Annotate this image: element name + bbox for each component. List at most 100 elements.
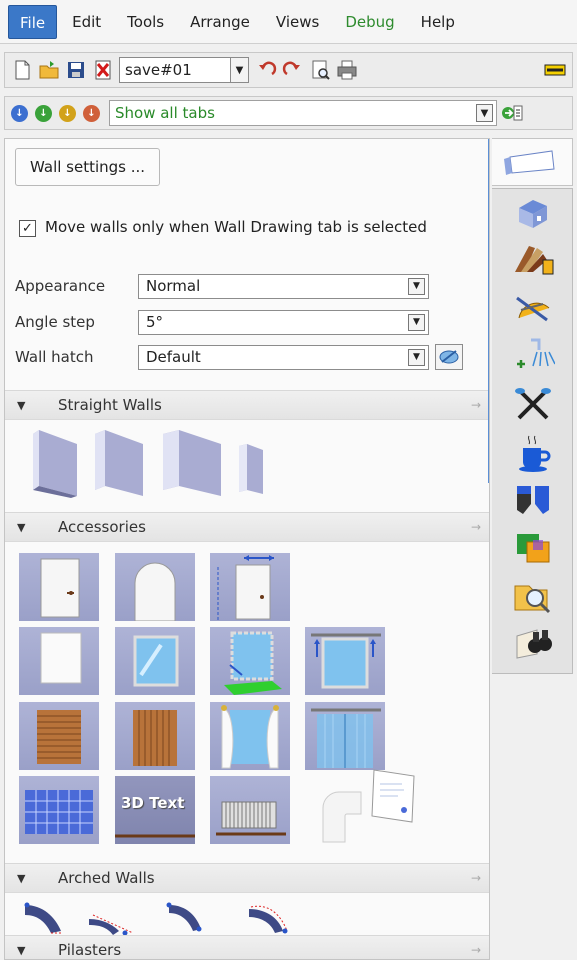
window-glass-item[interactable] [115, 627, 195, 695]
new-document-icon[interactable] [11, 59, 33, 81]
section-title: Arched Walls [58, 869, 155, 887]
appearance-label: Appearance [15, 277, 106, 295]
wall-medium-item[interactable] [95, 430, 143, 496]
coffee-cup-icon[interactable] [492, 428, 573, 476]
chevron-down-icon[interactable]: ▼ [230, 58, 248, 82]
tab-filter-value: Show all tabs [115, 104, 215, 122]
window-sill-item[interactable] [210, 627, 290, 695]
scrollbar-thumb[interactable] [488, 139, 489, 483]
menu-edit[interactable]: Edit [61, 5, 112, 39]
expand-orange-icon[interactable]: ↓ [83, 104, 100, 122]
wall-hatch-row: Wall hatch Default ▼ [15, 344, 463, 370]
print-preview-icon[interactable] [309, 59, 331, 81]
drape-curtain-item[interactable] [210, 702, 290, 770]
wall-hatch-select[interactable]: Default ▼ [138, 344, 429, 370]
wall-drawing-panel: Wall settings ... ✓ Move walls only when… [4, 138, 490, 960]
expand-green-icon[interactable]: ↓ [35, 104, 52, 122]
folder-search-icon[interactable] [492, 572, 573, 620]
door-item[interactable] [19, 553, 99, 621]
angle-step-select[interactable]: 5° ▼ [138, 309, 429, 335]
section-accessories[interactable]: ▼ Accessories → [5, 512, 489, 542]
wall-thick-item[interactable] [163, 430, 221, 496]
chevron-down-icon[interactable]: ▼ [408, 277, 425, 295]
menu-tools[interactable]: Tools [116, 5, 175, 39]
print-icon[interactable] [336, 59, 358, 81]
move-walls-label: Move walls only when Wall Drawing tab is… [45, 218, 427, 236]
tile-grid-item[interactable] [19, 776, 99, 844]
sheer-curtain-item[interactable] [305, 702, 385, 770]
caret-down-icon: ▼ [17, 871, 26, 885]
undo-icon[interactable] [255, 59, 277, 81]
section-title: Straight Walls [58, 396, 162, 414]
house-3d-icon[interactable] [492, 188, 573, 236]
menu-file[interactable]: File [8, 4, 58, 39]
plumbing-icon[interactable] [492, 332, 573, 380]
caret-down-icon: ▼ [17, 943, 26, 957]
radiator-item[interactable] [210, 776, 290, 844]
arched-wall-items [24, 902, 288, 935]
angle-step-row: Angle step 5° ▼ [15, 309, 429, 335]
section-pilasters[interactable]: ▼ Pilasters → [5, 935, 489, 959]
expand-yellow-icon[interactable]: ↓ [59, 104, 76, 122]
materials-icon[interactable] [492, 236, 573, 284]
tools-icon[interactable] [492, 380, 573, 428]
tab-filter-select[interactable]: Show all tabs ▼ [109, 100, 497, 126]
curtain-rod-item[interactable] [305, 627, 385, 695]
label-plate-item[interactable] [370, 766, 420, 826]
arched-wall-item[interactable] [24, 902, 64, 934]
main-toolbar: save#01 ▼ [4, 52, 573, 88]
chevron-down-icon[interactable]: ▼ [476, 104, 493, 122]
arched-wall-item-3[interactable] [166, 902, 202, 932]
wall-narrow-item[interactable] [239, 444, 263, 494]
caret-down-icon: ▼ [17, 520, 26, 534]
chevron-down-icon[interactable]: ▼ [408, 313, 425, 331]
move-walls-option[interactable]: ✓ Move walls only when Wall Drawing tab … [19, 217, 479, 237]
arched-wall-item-4[interactable] [249, 905, 288, 934]
save-icon[interactable] [65, 59, 87, 81]
menu-arrange[interactable]: Arrange [179, 5, 261, 39]
wall-drawing-icon[interactable] [492, 138, 573, 186]
window-blank-item[interactable] [19, 627, 99, 695]
pin-icon[interactable]: → [471, 871, 489, 885]
pin-icon[interactable]: → [471, 520, 489, 534]
venetian-blind-item[interactable] [19, 702, 99, 770]
right-tab-strip [492, 138, 573, 674]
section-arched-walls[interactable]: ▼ Arched Walls → [5, 863, 489, 893]
vertical-blind-item[interactable] [115, 702, 195, 770]
wall-settings-button[interactable]: Wall settings ... [15, 148, 161, 186]
section-title: Pilasters [58, 941, 122, 959]
section-straight-walls[interactable]: ▼ Straight Walls → [5, 390, 489, 420]
arch-opening-item[interactable] [115, 553, 195, 622]
move-walls-checkbox[interactable]: ✓ [19, 220, 36, 237]
menu-help[interactable]: Help [410, 5, 466, 39]
pin-icon[interactable]: → [471, 943, 489, 957]
angle-step-label: Angle step [15, 313, 95, 331]
wall-thin-item[interactable] [33, 430, 77, 498]
save-slot-value: save#01 [125, 61, 192, 79]
appearance-select[interactable]: Normal ▼ [138, 273, 429, 299]
menu-debug[interactable]: Debug [334, 5, 405, 39]
color-squares-icon[interactable] [492, 524, 573, 572]
wall-hatch-value: Default [146, 348, 201, 366]
angle-step-value: 5° [146, 313, 164, 331]
collapse-all-icon[interactable]: ↓ [11, 104, 28, 122]
delete-document-icon[interactable] [92, 59, 114, 81]
text-3d-item[interactable]: 3D Text [115, 776, 195, 844]
tab-filter-bar: ↓ ↓ ↓ ↓ Show all tabs ▼ [4, 96, 573, 130]
binoculars-icon[interactable] [492, 620, 573, 668]
save-slot-select[interactable]: save#01 ▼ [119, 57, 249, 83]
tab-list-icon[interactable] [501, 102, 523, 124]
chevron-down-icon[interactable]: ▼ [408, 348, 425, 366]
open-folder-icon[interactable] [38, 59, 60, 81]
measure-icon[interactable] [492, 284, 573, 332]
sliding-door-item[interactable] [210, 553, 290, 621]
toggle-icon[interactable] [544, 59, 566, 81]
redo-icon[interactable] [282, 59, 304, 81]
arched-wall-item-2[interactable] [89, 914, 134, 935]
slippers-icon[interactable] [492, 476, 573, 524]
appearance-value: Normal [146, 277, 201, 295]
appearance-row: Appearance Normal ▼ [15, 273, 429, 299]
menu-views[interactable]: Views [265, 5, 330, 39]
caret-down-icon: ▼ [17, 398, 26, 412]
hatch-preview-button[interactable] [435, 344, 463, 370]
